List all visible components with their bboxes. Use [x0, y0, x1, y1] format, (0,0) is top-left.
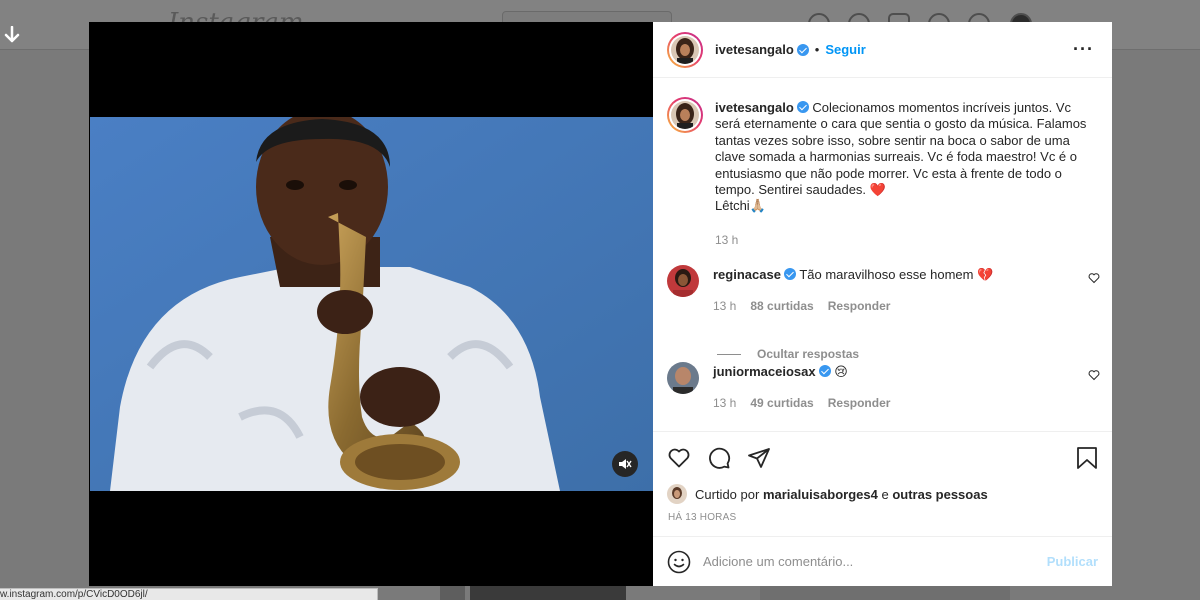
caption: ivetesangalo Colecionamos momentos incrí… — [667, 97, 1093, 247]
comment-like-heart-icon[interactable] — [1088, 272, 1100, 284]
replies-line — [717, 353, 741, 355]
liked-by-prefix: Curtido por — [695, 486, 760, 502]
status-bar-url: w.instagram.com/p/CVicD0OD6jl/ — [0, 588, 378, 600]
caption-text: ivetesangalo Colecionamos momentos incrí… — [715, 100, 1093, 215]
comments-area[interactable]: ivetesangalo Colecionamos momentos incrí… — [653, 79, 1112, 432]
follow-button[interactable]: Seguir — [825, 42, 865, 57]
comment-text: Tão maravilhoso esse homem 💔 — [799, 267, 994, 282]
comment-time: 13 h — [713, 299, 737, 313]
verified-badge-icon — [818, 365, 831, 377]
liked-by-user[interactable]: marialuisaborges4 — [763, 487, 878, 502]
commenter-username[interactable]: reginacase — [713, 267, 781, 282]
caption-signature: Lêtchi🙏🏼 — [715, 198, 766, 214]
verified-badge-icon — [796, 101, 809, 113]
separator-dot: • — [814, 42, 820, 57]
background-grid-item — [470, 586, 626, 600]
posted-time[interactable]: HÁ 13 HORAS — [668, 512, 736, 523]
comment-bubble-icon[interactable] — [707, 446, 731, 470]
more-options-icon[interactable]: ··· — [1073, 40, 1094, 58]
comment-text: 😢 — [834, 364, 848, 379]
commenter-avatar[interactable] — [667, 362, 699, 394]
save-bookmark-icon[interactable] — [1076, 446, 1098, 470]
post-modal: ivetesangalo • Seguir ··· ivetesangalo C… — [89, 22, 1112, 586]
mute-button[interactable] — [612, 451, 638, 477]
verified-badge-icon — [796, 43, 809, 56]
video-frame — [90, 117, 653, 491]
verified-badge-icon — [783, 268, 796, 280]
caption-author-avatar[interactable] — [667, 97, 703, 133]
post-header: ivetesangalo • Seguir ··· — [653, 22, 1112, 78]
commenter-username[interactable]: juniormaceiosax — [713, 364, 816, 379]
post-video[interactable] — [90, 117, 653, 491]
reply-button[interactable]: Responder — [828, 299, 891, 313]
like-heart-icon[interactable] — [667, 446, 691, 470]
author-avatar[interactable] — [667, 31, 703, 68]
commenter-avatar[interactable] — [667, 265, 699, 297]
comment-item: juniormaceiosax 😢 13 h 49 curtidas Respond… — [667, 362, 890, 410]
reply-button[interactable]: Responder — [828, 396, 891, 410]
caption-avatar-image — [671, 101, 699, 129]
comment-time: 13 h — [713, 396, 737, 410]
liked-by-avatar[interactable] — [667, 484, 687, 504]
comment-input[interactable] — [703, 550, 1033, 572]
share-direct-icon[interactable] — [747, 446, 771, 470]
author-username[interactable]: ivetesangalo — [715, 42, 794, 57]
muted-speaker-icon — [619, 459, 632, 469]
emoji-smile-icon[interactable] — [667, 550, 691, 574]
comment-like-heart-icon[interactable] — [1088, 369, 1100, 381]
caption-time: 13 h — [715, 232, 739, 247]
liked-by-and: e — [881, 486, 889, 502]
post-media — [89, 22, 653, 586]
add-comment-bar: Publicar — [653, 536, 1112, 586]
caption-username[interactable]: ivetesangalo — [715, 100, 794, 115]
author-avatar-image — [671, 35, 699, 64]
comment-item: reginacase Tão maravilhoso esse homem 💔 … — [667, 265, 993, 313]
post-panel: ivetesangalo • Seguir ··· ivetesangalo C… — [653, 22, 1112, 586]
background-grid-item — [760, 586, 1010, 600]
background-grid-item — [440, 586, 465, 600]
comment-likes[interactable]: 88 curtidas — [750, 299, 813, 313]
hide-replies-label[interactable]: Ocultar respostas — [757, 347, 859, 361]
liked-by: Curtido por marialuisaborges4 e outras p… — [667, 484, 988, 504]
publish-button[interactable]: Publicar — [1047, 554, 1098, 569]
liked-by-others[interactable]: outras pessoas — [892, 487, 987, 502]
comment-likes[interactable]: 49 curtidas — [750, 396, 813, 410]
post-actions: Curtido por marialuisaborges4 e outras p… — [653, 431, 1112, 523]
hide-replies[interactable]: Ocultar respostas — [717, 347, 859, 361]
download-arrow-icon[interactable] — [4, 25, 22, 46]
